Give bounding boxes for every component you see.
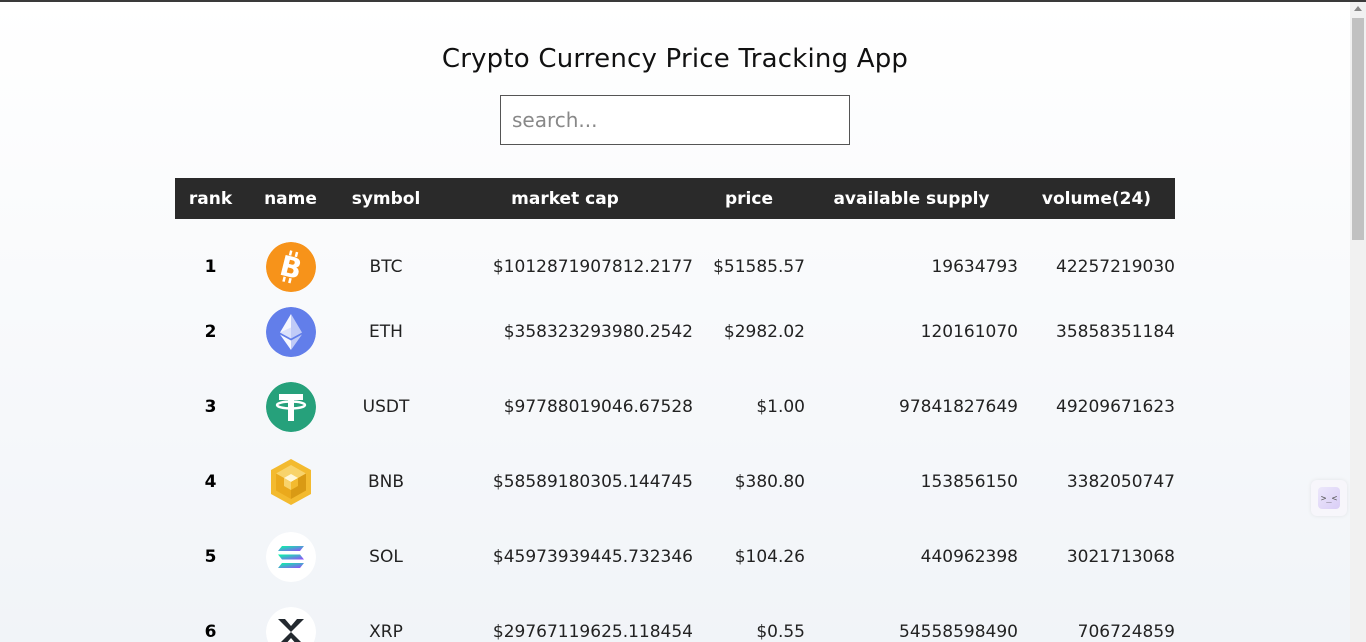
table-row: 6 XRP $29767119625.118454 $0.55 54558598… xyxy=(175,594,1175,642)
supply-cell: 120161070 xyxy=(920,321,1018,342)
crypto-table: rank name symbol market cap price availa… xyxy=(175,178,1175,642)
symbol-cell: XRP xyxy=(369,621,403,642)
name-cell: B xyxy=(246,219,335,294)
table-row: 5 SOL $45973939445.732346 $104.26 440962… xyxy=(175,519,1175,594)
market-cap-cell: $58589180305.144745 xyxy=(492,471,693,492)
floating-widget-button[interactable]: >_< xyxy=(1311,480,1347,516)
symbol-cell: USDT xyxy=(362,396,410,417)
name-cell xyxy=(246,519,335,594)
column-header-market-cap: market cap xyxy=(511,188,619,209)
symbol-cell: ETH xyxy=(369,321,403,342)
table-row: 2 ETH $358323293980.2542 $2982.02 120161… xyxy=(175,294,1175,369)
market-cap-cell: $29767119625.118454 xyxy=(492,621,693,642)
page-title: Crypto Currency Price Tracking App xyxy=(441,44,909,74)
volume-cell: 706724859 xyxy=(1077,621,1175,642)
bitcoin-icon: B xyxy=(265,241,316,292)
symbol-cell: BNB xyxy=(367,471,405,492)
name-cell xyxy=(246,444,335,519)
scroll-up-arrow-icon[interactable] xyxy=(1354,6,1362,11)
rank-cell: 3 xyxy=(204,396,217,417)
name-cell xyxy=(246,594,335,642)
bnb-icon xyxy=(266,457,316,507)
search-input[interactable] xyxy=(500,95,850,145)
column-header-available-supply: available supply xyxy=(833,188,990,209)
rank-cell: 4 xyxy=(204,471,217,492)
page: Crypto Currency Price Tracking App rank … xyxy=(0,0,1350,642)
market-cap-cell: $45973939445.732346 xyxy=(492,546,693,567)
vertical-scrollbar[interactable] xyxy=(1350,2,1366,642)
solana-icon xyxy=(265,531,316,582)
supply-cell: 153856150 xyxy=(920,471,1018,492)
column-header-price: price xyxy=(725,188,773,209)
volume-cell: 42257219030 xyxy=(1056,256,1175,277)
volume-cell: 3021713068 xyxy=(1066,546,1175,567)
rank-cell: 6 xyxy=(204,621,217,642)
price-cell: $104.26 xyxy=(734,546,805,567)
symbol-cell: BTC xyxy=(369,256,403,277)
price-cell: $1.00 xyxy=(756,396,805,417)
table-row: 3 USDT $97788019046.67528 $1.00 97841827… xyxy=(175,369,1175,444)
rank-cell: 5 xyxy=(204,546,217,567)
supply-cell: 440962398 xyxy=(920,546,1018,567)
name-cell xyxy=(246,294,335,369)
ethereum-icon xyxy=(265,306,316,357)
tether-icon xyxy=(265,381,316,432)
widget-icon: >_< xyxy=(1318,487,1340,509)
symbol-cell: SOL xyxy=(369,546,403,567)
svg-text:>_<: >_< xyxy=(1321,494,1338,504)
price-cell: $2982.02 xyxy=(723,321,805,342)
rank-cell: 2 xyxy=(204,321,217,342)
column-header-rank: rank xyxy=(188,188,233,209)
column-header-volume: volume(24) xyxy=(1041,188,1152,209)
table-row: 4 BNB $58589180305.144745 $380.80 153856… xyxy=(175,444,1175,519)
volume-cell: 3382050747 xyxy=(1066,471,1175,492)
supply-cell: 19634793 xyxy=(931,256,1018,277)
scrollbar-thumb[interactable] xyxy=(1352,18,1364,240)
market-cap-cell: $97788019046.67528 xyxy=(503,396,693,417)
column-header-name: name xyxy=(264,188,317,209)
volume-cell: 35858351184 xyxy=(1056,321,1175,342)
table-header-row: rank name symbol market cap price availa… xyxy=(175,178,1175,219)
volume-cell: 49209671623 xyxy=(1056,396,1175,417)
price-cell: $0.55 xyxy=(756,621,805,642)
column-header-symbol: symbol xyxy=(351,188,421,209)
supply-cell: 97841827649 xyxy=(899,396,1018,417)
market-cap-cell: $1012871907812.2177 xyxy=(492,256,693,277)
supply-cell: 54558598490 xyxy=(899,621,1018,642)
xrp-icon xyxy=(265,606,316,642)
rank-cell: 1 xyxy=(204,256,217,277)
price-cell: $380.80 xyxy=(734,471,805,492)
name-cell xyxy=(246,369,335,444)
market-cap-cell: $358323293980.2542 xyxy=(503,321,693,342)
table-row: 1 B BTC $1012871907812.2177 $51585.57 19… xyxy=(175,219,1175,294)
price-cell: $51585.57 xyxy=(713,256,805,277)
